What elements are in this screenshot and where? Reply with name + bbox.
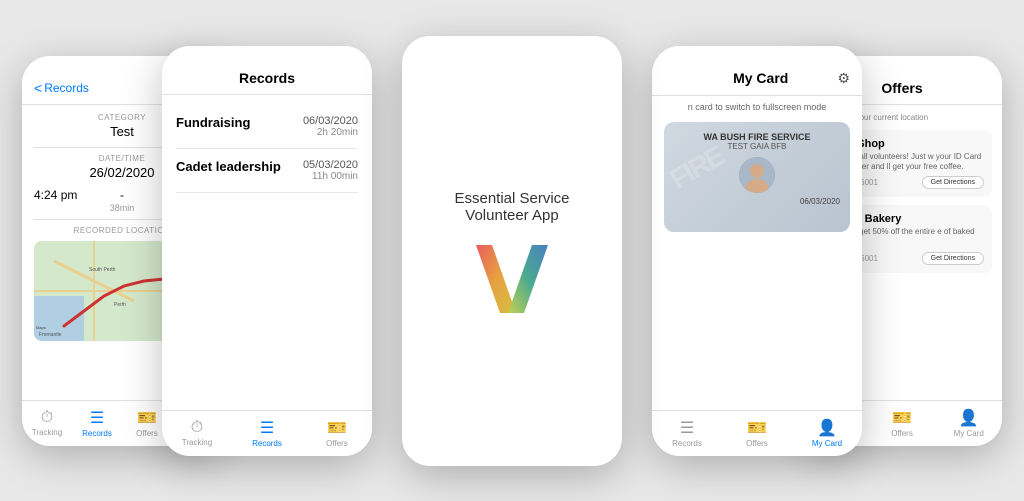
splash-content-wrapper: Essential Service Volunteer App bbox=[402, 54, 622, 466]
record-date-0: 06/03/2020 bbox=[303, 115, 358, 127]
records-icon-4: ☰ bbox=[680, 418, 694, 438]
status-bar-4 bbox=[652, 46, 862, 64]
status-bar-2 bbox=[162, 46, 372, 64]
tab-records-4[interactable]: ☰ Records bbox=[652, 418, 722, 448]
id-card: FIRE WA BUSH FIRE SERVICE TEST GAIA BFB … bbox=[664, 122, 850, 232]
id-card-date: 06/03/2020 bbox=[674, 197, 840, 206]
tab-records-1[interactable]: ☰ Records bbox=[72, 408, 122, 438]
record-right-1: 05/03/2020 11h 00min bbox=[303, 159, 358, 182]
scene: Records CATEGORY Test DATE/TIME 26/02/20… bbox=[12, 16, 1012, 486]
splash-content: Essential Service Volunteer App bbox=[402, 54, 622, 466]
time-start: 4:24 pm bbox=[34, 188, 77, 202]
tab-bar-2: ⏱ Tracking ☰ Records 🎫 Offers bbox=[162, 410, 372, 456]
tab-mycard-label-5: My Card bbox=[954, 429, 984, 438]
gear-icon[interactable]: ⚙ bbox=[837, 70, 850, 87]
offers-icon-4: 🎫 bbox=[747, 418, 767, 438]
records-icon-1: ☰ bbox=[90, 408, 104, 428]
mycard-icon-5: 👤 bbox=[959, 408, 979, 428]
record-name-1: Cadet leadership bbox=[176, 159, 281, 174]
tab-offers-label-1: Offers bbox=[136, 429, 158, 438]
records-icon-2: ☰ bbox=[260, 418, 274, 438]
phone-records-list: Records Fundraising 06/03/2020 2h 20min … bbox=[162, 46, 372, 456]
id-card-photo bbox=[739, 157, 775, 193]
status-bar-3 bbox=[402, 36, 622, 54]
time-sep: - bbox=[120, 188, 124, 202]
record-right-0: 06/03/2020 2h 20min bbox=[303, 115, 358, 138]
my-card-header: My Card ⚙ bbox=[652, 64, 862, 96]
tab-mycard-label-4: My Card bbox=[812, 439, 842, 448]
record-duration-1: 11h 00min bbox=[303, 171, 358, 182]
get-directions-1[interactable]: Get Directions bbox=[922, 252, 984, 265]
tab-records-label-2: Records bbox=[252, 439, 282, 448]
card-hint: n card to switch to fullscreen mode bbox=[652, 96, 862, 118]
offers-icon-2: 🎫 bbox=[327, 418, 347, 438]
tab-mycard-4[interactable]: 👤 My Card bbox=[792, 418, 862, 448]
record-item-1[interactable]: Cadet leadership 05/03/2020 11h 00min bbox=[176, 149, 358, 193]
records-list-content: Fundraising 06/03/2020 2h 20min Cadet le… bbox=[162, 95, 372, 410]
tab-offers-4[interactable]: 🎫 Offers bbox=[722, 418, 792, 448]
avatar-svg bbox=[739, 157, 775, 193]
id-card-org: WA BUSH FIRE SERVICE bbox=[674, 132, 840, 142]
tab-offers-label-5: Offers bbox=[891, 429, 913, 438]
tab-tracking-2[interactable]: ⏱ Tracking bbox=[162, 419, 232, 447]
mycard-icon-4: 👤 bbox=[817, 418, 837, 438]
offers-icon-5: 🎫 bbox=[892, 408, 912, 428]
tab-offers-2[interactable]: 🎫 Offers bbox=[302, 418, 372, 448]
tracking-icon-2: ⏱ bbox=[191, 419, 203, 437]
splash-title: Essential Service Volunteer App bbox=[402, 190, 622, 224]
tab-mycard-5[interactable]: 👤 My Card bbox=[935, 408, 1002, 438]
tab-offers-label-4: Offers bbox=[746, 439, 768, 448]
phone-splash: Essential Service Volunteer App bbox=[402, 36, 622, 466]
record-duration-0: 2h 20min bbox=[303, 127, 358, 138]
tab-tracking-1[interactable]: ⏱ Tracking bbox=[22, 409, 72, 437]
svg-text:Perth: Perth bbox=[114, 302, 126, 308]
get-directions-0[interactable]: Get Directions bbox=[922, 176, 984, 189]
tab-offers-label-2: Offers bbox=[326, 439, 348, 448]
record-date-1: 05/03/2020 bbox=[303, 159, 358, 171]
tab-offers-5[interactable]: 🎫 Offers bbox=[869, 408, 936, 438]
records-list-title: Records bbox=[174, 70, 360, 86]
tracking-icon-1: ⏱ bbox=[41, 409, 53, 427]
tab-records-2[interactable]: ☰ Records bbox=[232, 418, 302, 448]
tab-bar-4: ☰ Records 🎫 Offers 👤 My Card bbox=[652, 410, 862, 456]
tab-tracking-label-1: Tracking bbox=[32, 428, 62, 437]
record-item-0[interactable]: Fundraising 06/03/2020 2h 20min bbox=[176, 105, 358, 149]
phone-my-card: My Card ⚙ n card to switch to fullscreen… bbox=[652, 46, 862, 456]
records-list: Fundraising 06/03/2020 2h 20min Cadet le… bbox=[162, 95, 372, 203]
offers-icon-1: 🎫 bbox=[137, 408, 157, 428]
my-card-title: My Card bbox=[684, 70, 837, 86]
svg-text:Maps: Maps bbox=[36, 325, 46, 330]
tab-records-label-4: Records bbox=[672, 439, 702, 448]
my-card-content: n card to switch to fullscreen mode FIRE… bbox=[652, 96, 862, 410]
v-logo bbox=[472, 240, 552, 330]
tab-records-label-1: Records bbox=[82, 429, 112, 438]
tab-tracking-label-2: Tracking bbox=[182, 438, 212, 447]
svg-text:Fremantle: Fremantle bbox=[39, 332, 62, 338]
record-name-0: Fundraising bbox=[176, 115, 250, 130]
svg-text:South Perth: South Perth bbox=[89, 267, 116, 273]
header-2: Records bbox=[162, 64, 372, 95]
